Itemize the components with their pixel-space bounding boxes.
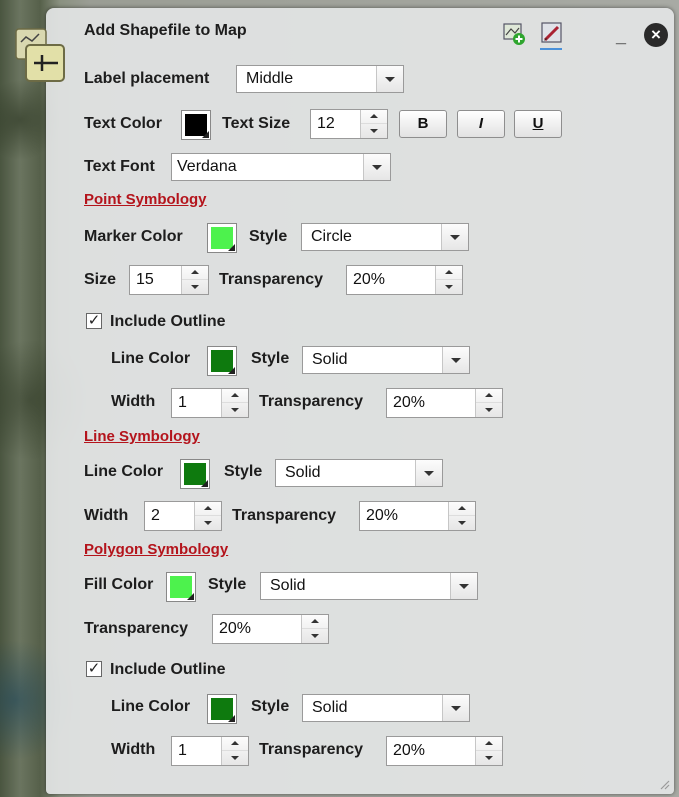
- marker-transparency-label: Transparency: [219, 271, 324, 288]
- line-transparency-label: Transparency: [232, 507, 337, 524]
- increment-icon: [476, 737, 502, 751]
- label-placement-select[interactable]: Middle: [236, 65, 404, 93]
- underline-button[interactable]: U: [514, 110, 562, 138]
- marker-size-label: Size: [84, 271, 117, 288]
- text-font-label: Text Font: [84, 158, 155, 175]
- polygon-line-color-swatch[interactable]: [207, 694, 237, 724]
- increment-icon: [195, 502, 221, 516]
- point-symbology-heading: Point Symbology: [84, 191, 207, 208]
- point-outline-transparency-label: Transparency: [259, 393, 364, 410]
- decrement-icon: [222, 403, 248, 417]
- chevron-down-icon: [441, 224, 468, 250]
- polygon-outline-transparency-label: Transparency: [259, 741, 364, 758]
- decrement-icon: [476, 403, 502, 417]
- resize-grip-icon[interactable]: [658, 778, 670, 790]
- polygon-outline-width-label: Width: [111, 741, 156, 758]
- increment-icon: [361, 110, 387, 124]
- point-outline-transparency-stepper[interactable]: 20%: [386, 388, 503, 418]
- chevron-down-icon: [450, 573, 477, 599]
- polygon-include-outline-checkbox[interactable]: ✓: [86, 661, 102, 677]
- decrement-icon: [436, 280, 462, 294]
- bold-button[interactable]: B: [399, 110, 447, 138]
- marker-color-label: Marker Color: [84, 228, 183, 245]
- italic-button[interactable]: I: [457, 110, 505, 138]
- line-symbology-heading: Line Symbology: [84, 428, 200, 445]
- polygon-style-select[interactable]: Solid: [260, 572, 478, 600]
- marker-size-stepper[interactable]: 15: [129, 265, 209, 295]
- line-style-select[interactable]: Solid: [275, 459, 443, 487]
- point-outline-style-label: Style: [251, 350, 290, 367]
- text-font-select[interactable]: Verdana: [171, 153, 391, 181]
- label-placement-label: Label placement: [84, 70, 210, 87]
- add-layer-icon[interactable]: [502, 22, 526, 46]
- point-include-outline-checkbox[interactable]: ✓: [86, 313, 102, 329]
- polygon-style-label: Style: [208, 576, 247, 593]
- polygon-line-color-label: Line Color: [111, 698, 191, 715]
- text-color-swatch[interactable]: [181, 110, 211, 140]
- edit-layer-icon[interactable]: [540, 21, 564, 45]
- polygon-outline-style-label: Style: [251, 698, 290, 715]
- decrement-icon: [195, 516, 221, 530]
- point-include-outline-label: Include Outline: [110, 313, 226, 330]
- increment-icon: [302, 615, 328, 629]
- increment-icon: [476, 389, 502, 403]
- decrement-icon: [449, 516, 475, 530]
- increment-icon: [449, 502, 475, 516]
- measure-tool-icon[interactable]: [12, 25, 72, 85]
- chevron-down-icon: [363, 154, 390, 180]
- polygon-transparency-label: Transparency: [84, 620, 189, 637]
- chevron-down-icon: [442, 695, 469, 721]
- marker-color-swatch[interactable]: [207, 223, 237, 253]
- marker-transparency-stepper[interactable]: 20%: [346, 265, 463, 295]
- point-line-color-label: Line Color: [111, 350, 191, 367]
- line-width-stepper[interactable]: 2: [144, 501, 222, 531]
- decrement-icon: [361, 124, 387, 138]
- fill-color-swatch[interactable]: [166, 572, 196, 602]
- polygon-transparency-stepper[interactable]: 20%: [212, 614, 329, 644]
- polygon-outline-width-stepper[interactable]: 1: [171, 736, 249, 766]
- decrement-icon: [476, 751, 502, 765]
- line-style-label: Style: [224, 463, 263, 480]
- decrement-icon: [182, 280, 208, 294]
- minimize-icon[interactable]: _: [616, 26, 626, 47]
- decrement-icon: [222, 751, 248, 765]
- text-size-label: Text Size: [222, 115, 291, 132]
- text-size-stepper[interactable]: 12: [310, 109, 388, 139]
- marker-style-label: Style: [249, 228, 288, 245]
- active-tool-indicator: [540, 48, 562, 50]
- chevron-down-icon: [376, 66, 403, 92]
- point-outline-width-stepper[interactable]: 1: [171, 388, 249, 418]
- polygon-symbology-heading: Polygon Symbology: [84, 541, 229, 558]
- increment-icon: [182, 266, 208, 280]
- line-color-swatch[interactable]: [180, 459, 210, 489]
- chevron-down-icon: [442, 347, 469, 373]
- point-line-color-swatch[interactable]: [207, 346, 237, 376]
- dialog-title: Add Shapefile to Map: [84, 22, 247, 39]
- increment-icon: [222, 389, 248, 403]
- polygon-include-outline-label: Include Outline: [110, 661, 226, 678]
- increment-icon: [222, 737, 248, 751]
- polygon-outline-style-select[interactable]: Solid: [302, 694, 470, 722]
- shapefile-dialog: Add Shapefile to Map _ × Label placement…: [46, 8, 674, 794]
- increment-icon: [436, 266, 462, 280]
- text-color-label: Text Color: [84, 115, 162, 132]
- line-transparency-stepper[interactable]: 20%: [359, 501, 476, 531]
- point-outline-style-select[interactable]: Solid: [302, 346, 470, 374]
- fill-color-label: Fill Color: [84, 576, 154, 593]
- close-icon[interactable]: ×: [644, 23, 668, 47]
- decrement-icon: [302, 629, 328, 643]
- point-outline-width-label: Width: [111, 393, 156, 410]
- marker-style-select[interactable]: Circle: [301, 223, 469, 251]
- polygon-outline-transparency-stepper[interactable]: 20%: [386, 736, 503, 766]
- chevron-down-icon: [415, 460, 442, 486]
- line-width-label: Width: [84, 507, 129, 524]
- line-color-label: Line Color: [84, 463, 164, 480]
